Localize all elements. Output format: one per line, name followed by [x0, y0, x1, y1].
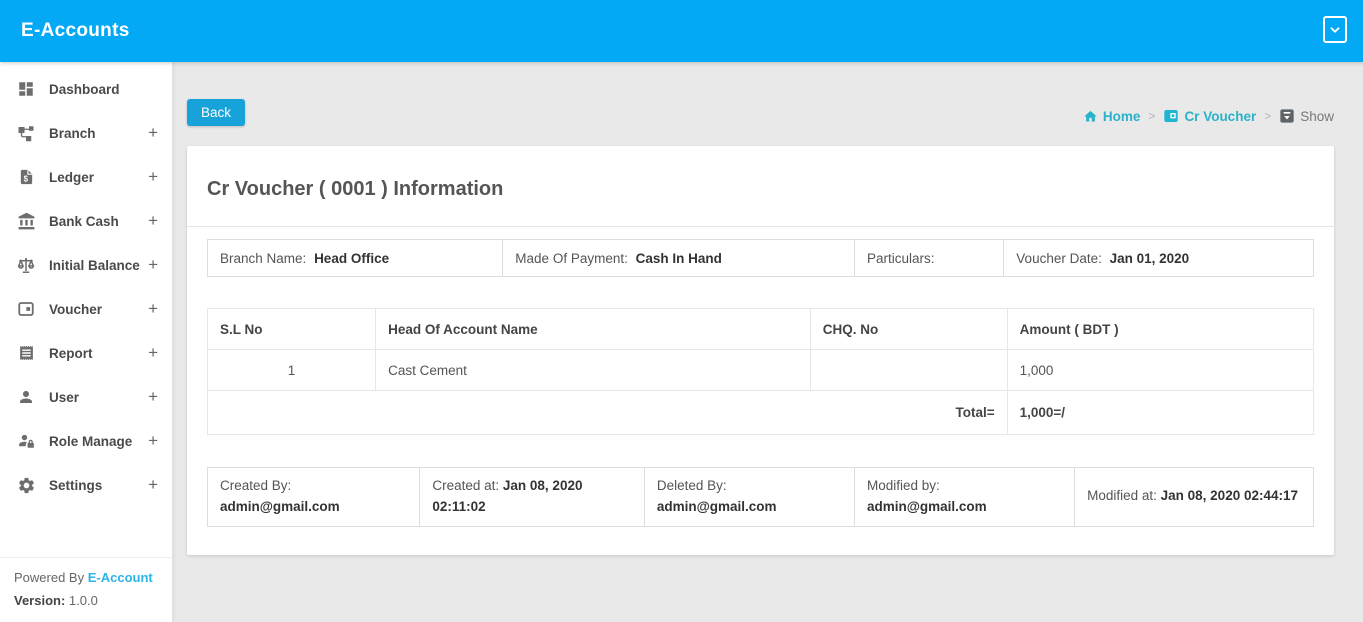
col-header-head-of-account: Head Of Account Name	[376, 309, 811, 350]
app-header: E-Accounts	[0, 0, 1363, 62]
created-at-cell: Created at: Jan 08, 2020 02:11:02	[420, 468, 645, 527]
home-icon	[1083, 109, 1098, 124]
version-value: 1.0.0	[69, 593, 98, 608]
sidebar-item-label: Dashboard	[49, 82, 158, 97]
role-manage-icon	[16, 431, 36, 451]
ledger-icon: $	[16, 167, 36, 187]
voucher-card: Cr Voucher ( 0001 ) Information Branch N…	[187, 146, 1334, 555]
sidebar-item-label: Initial Balance	[49, 258, 148, 273]
chevron-down-icon	[1328, 23, 1342, 37]
expand-plus-icon[interactable]: +	[148, 387, 158, 407]
voucher-meta-table: Created By: admin@gmail.com Created at: …	[207, 467, 1314, 527]
branch-icon	[16, 123, 36, 143]
voucher-date-cell: Voucher Date: Jan 01, 2020	[1004, 240, 1314, 277]
expand-plus-icon[interactable]: +	[148, 167, 158, 187]
deleted-by-cell: Deleted By: admin@gmail.com	[644, 468, 854, 527]
initial-balance-icon	[16, 255, 36, 275]
voucher-icon	[16, 299, 36, 319]
sidebar-item-ledger[interactable]: $ Ledger +	[0, 155, 172, 199]
cell-head-of-account: Cast Cement	[376, 350, 811, 391]
modified-at-cell: Modified at: Jan 08, 2020 02:44:17	[1075, 468, 1314, 527]
col-header-chq-no: CHQ. No	[810, 309, 1007, 350]
breadcrumb-current-show: Show	[1279, 108, 1334, 124]
sidebar-item-initial-balance[interactable]: Initial Balance +	[0, 243, 172, 287]
show-icon	[1279, 108, 1295, 124]
branch-name-cell: Branch Name: Head Office	[208, 240, 503, 277]
expand-plus-icon[interactable]: +	[148, 255, 158, 275]
table-row: 1 Cast Cement 1,000	[208, 350, 1314, 391]
col-header-sl-no: S.L No	[208, 309, 376, 350]
sidebar-item-voucher[interactable]: Voucher +	[0, 287, 172, 331]
sidebar: Dashboard Branch + $ Ledger +	[0, 62, 173, 622]
sidebar-item-label: Voucher	[49, 302, 148, 317]
voucher-info-table: Branch Name: Head Office Made Of Payment…	[207, 239, 1314, 277]
report-icon	[16, 343, 36, 363]
sidebar-item-role-manage[interactable]: Role Manage +	[0, 419, 172, 463]
cell-amount: 1,000	[1007, 350, 1313, 391]
sidebar-item-label: User	[49, 390, 148, 405]
modified-by-cell: Modified by: admin@gmail.com	[854, 468, 1074, 527]
total-label: Total=	[208, 391, 1008, 435]
sidebar-item-report[interactable]: Report +	[0, 331, 172, 375]
breadcrumb-separator: >	[1264, 109, 1271, 123]
expand-plus-icon[interactable]: +	[148, 475, 158, 495]
particulars-cell: Particulars:	[855, 240, 1004, 277]
created-by-cell: Created By: admin@gmail.com	[208, 468, 420, 527]
sidebar-item-dashboard[interactable]: Dashboard	[0, 67, 172, 111]
sidebar-footer: Powered By E-Account Version: 1.0.0	[0, 557, 172, 622]
expand-plus-icon[interactable]: +	[148, 343, 158, 363]
expand-plus-icon[interactable]: +	[148, 211, 158, 231]
main-content: Back Home > Cr Voucher >	[173, 62, 1363, 622]
made-of-payment-cell: Made Of Payment: Cash In Hand	[503, 240, 855, 277]
header-dropdown-toggle[interactable]	[1323, 16, 1347, 43]
sidebar-item-settings[interactable]: Settings +	[0, 463, 172, 507]
expand-plus-icon[interactable]: +	[148, 299, 158, 319]
breadcrumb-separator: >	[1148, 109, 1155, 123]
breadcrumb-cr-voucher-link[interactable]: Cr Voucher	[1163, 108, 1256, 124]
voucher-items-table: S.L No Head Of Account Name CHQ. No Amou…	[207, 308, 1314, 435]
sidebar-item-label: Bank Cash	[49, 214, 148, 229]
app-title: E-Accounts	[0, 20, 130, 42]
sidebar-item-bank-cash[interactable]: Bank Cash +	[0, 199, 172, 243]
breadcrumb-home-link[interactable]: Home	[1083, 109, 1141, 124]
page-title: Cr Voucher ( 0001 ) Information	[187, 146, 1334, 226]
sidebar-item-label: Role Manage	[49, 434, 148, 449]
total-value: 1,000=/	[1007, 391, 1313, 435]
dashboard-icon	[16, 79, 36, 99]
back-button[interactable]: Back	[187, 99, 245, 126]
table-total-row: Total= 1,000=/	[208, 391, 1314, 435]
settings-gear-icon	[16, 475, 36, 495]
table-header-row: S.L No Head Of Account Name CHQ. No Amou…	[208, 309, 1314, 350]
col-header-amount: Amount ( BDT )	[1007, 309, 1313, 350]
expand-plus-icon[interactable]: +	[148, 123, 158, 143]
breadcrumb: Home > Cr Voucher > Show	[1083, 108, 1334, 126]
sidebar-item-label: Branch	[49, 126, 148, 141]
sidebar-item-label: Report	[49, 346, 148, 361]
bank-cash-icon	[16, 211, 36, 231]
powered-by-text: Powered By	[14, 570, 84, 585]
svg-text:$: $	[23, 174, 28, 183]
sidebar-item-branch[interactable]: Branch +	[0, 111, 172, 155]
expand-plus-icon[interactable]: +	[148, 431, 158, 451]
sidebar-item-label: Settings	[49, 478, 148, 493]
version-label: Version:	[14, 593, 65, 608]
sidebar-item-label: Ledger	[49, 170, 148, 185]
sidebar-item-user[interactable]: User +	[0, 375, 172, 419]
voucher-icon	[1163, 108, 1179, 124]
cell-chq-no	[810, 350, 1007, 391]
user-icon	[16, 387, 36, 407]
cell-sl-no: 1	[208, 350, 376, 391]
powered-by-link[interactable]: E-Account	[88, 570, 153, 585]
